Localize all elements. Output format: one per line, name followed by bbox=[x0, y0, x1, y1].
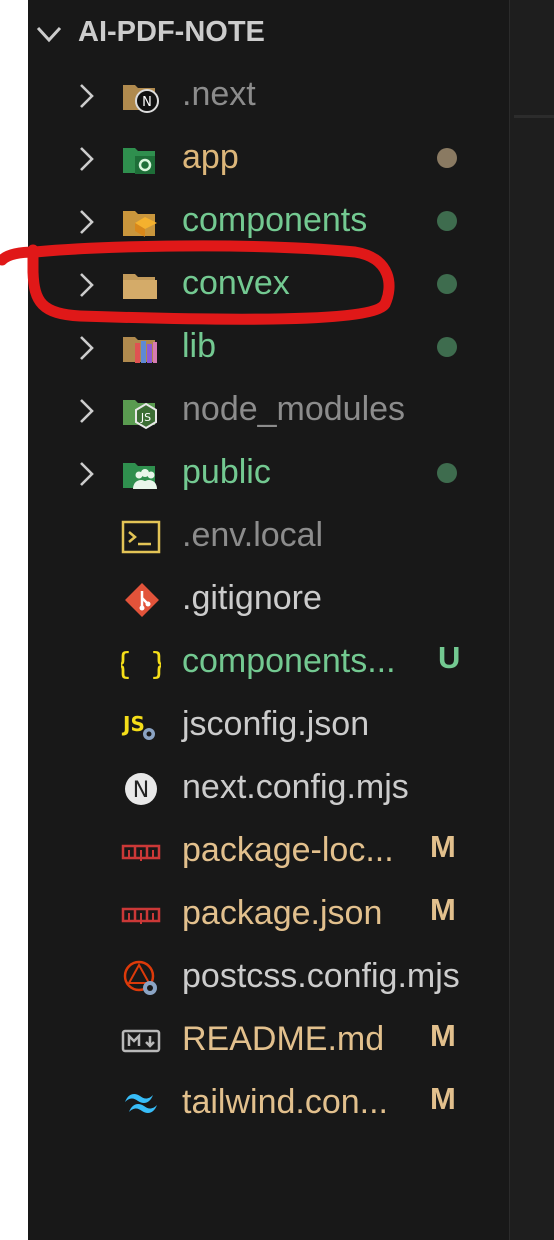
chevron-right-icon[interactable] bbox=[75, 144, 97, 179]
item-label: public bbox=[182, 453, 271, 491]
terminal-file-icon bbox=[121, 518, 161, 556]
item-label: components bbox=[182, 201, 368, 239]
git-status-badge: M bbox=[430, 829, 456, 864]
item-label: jsconfig.json bbox=[182, 705, 370, 743]
folder-row[interactable]: lib bbox=[28, 316, 509, 379]
chevron-right-icon[interactable] bbox=[75, 396, 97, 431]
svg-text:JS: JS bbox=[140, 411, 151, 424]
explorer-root-header[interactable]: AI-PDF-NOTE bbox=[28, 6, 509, 56]
json-braces-icon: { } bbox=[114, 644, 168, 682]
folder-row[interactable]: components bbox=[28, 190, 509, 253]
file-row[interactable]: package.json M bbox=[28, 883, 509, 946]
svg-text:JS: JS bbox=[121, 712, 145, 736]
svg-text:N: N bbox=[133, 778, 149, 803]
file-row[interactable]: Nnext.config.mjs bbox=[28, 757, 509, 820]
git-status-badge: M bbox=[430, 1081, 456, 1116]
file-row[interactable]: .gitignore bbox=[28, 568, 509, 631]
item-label: next.config.mjs bbox=[182, 768, 409, 806]
svg-text:{ }: { } bbox=[121, 647, 161, 682]
file-row[interactable]: { } components... U bbox=[28, 631, 509, 694]
git-status-dot bbox=[437, 463, 457, 483]
chevron-down-icon bbox=[34, 19, 64, 54]
item-label: README.md bbox=[182, 1020, 385, 1058]
editor-area-edge bbox=[509, 0, 554, 1240]
folder-row[interactable]: convex bbox=[28, 253, 509, 316]
file-row[interactable]: README.md M bbox=[28, 1009, 509, 1072]
public-folder-icon bbox=[121, 455, 161, 493]
js-config-icon: JS bbox=[121, 707, 161, 745]
folder-icon bbox=[121, 266, 161, 304]
chevron-right-icon[interactable] bbox=[75, 459, 97, 494]
chevron-right-icon[interactable] bbox=[75, 270, 97, 305]
item-label: postcss.config.mjs bbox=[182, 957, 460, 995]
folder-row[interactable]: public bbox=[28, 442, 509, 505]
item-label: convex bbox=[182, 264, 290, 302]
item-label: package.json bbox=[182, 894, 383, 932]
git-status-badge: U bbox=[438, 640, 461, 675]
file-row[interactable]: JS jsconfig.json bbox=[28, 694, 509, 757]
components-folder-icon bbox=[121, 203, 161, 241]
git-status-dot bbox=[437, 211, 457, 231]
folder-row[interactable]: JS node_modules bbox=[28, 379, 509, 442]
item-label: .next bbox=[182, 75, 256, 113]
item-label: .env.local bbox=[182, 516, 324, 554]
node-modules-folder-icon: JS bbox=[121, 392, 161, 430]
explorer-root-title: AI-PDF-NOTE bbox=[78, 16, 265, 48]
folder-row[interactable]: N .next bbox=[28, 64, 509, 127]
postcss-icon bbox=[121, 959, 161, 997]
next-icon: N bbox=[121, 770, 161, 808]
git-status-badge: M bbox=[430, 1018, 456, 1053]
lib-folder-icon bbox=[121, 329, 161, 367]
npm-icon bbox=[121, 833, 161, 871]
file-row[interactable]: postcss.config.mjs bbox=[28, 946, 509, 1009]
svg-text:N: N bbox=[142, 95, 152, 110]
item-label: app bbox=[182, 138, 239, 176]
npm-icon bbox=[121, 896, 161, 934]
file-row[interactable]: package-loc... M bbox=[28, 820, 509, 883]
item-label: components... bbox=[182, 642, 396, 680]
app-folder-icon bbox=[121, 140, 161, 178]
file-row[interactable]: tailwind.con... M bbox=[28, 1072, 509, 1135]
item-label: node_modules bbox=[182, 390, 406, 428]
next-folder-icon: N bbox=[121, 77, 161, 115]
git-icon bbox=[121, 581, 161, 619]
folder-row[interactable]: app bbox=[28, 127, 509, 190]
chevron-right-icon[interactable] bbox=[75, 207, 97, 242]
chevron-right-icon[interactable] bbox=[75, 333, 97, 368]
item-label: lib bbox=[182, 327, 217, 365]
file-row[interactable]: .env.local bbox=[28, 505, 509, 568]
git-status-dot bbox=[437, 148, 457, 168]
git-status-badge: M bbox=[430, 892, 456, 927]
markdown-icon bbox=[121, 1022, 161, 1060]
git-status-dot bbox=[437, 274, 457, 294]
editor-tab-divider bbox=[514, 115, 554, 118]
chevron-right-icon[interactable] bbox=[75, 81, 97, 116]
item-label: tailwind.con... bbox=[182, 1083, 388, 1121]
item-label: package-loc... bbox=[182, 831, 394, 869]
git-status-dot bbox=[437, 337, 457, 357]
tailwind-icon bbox=[121, 1085, 161, 1123]
item-label: .gitignore bbox=[182, 579, 322, 617]
